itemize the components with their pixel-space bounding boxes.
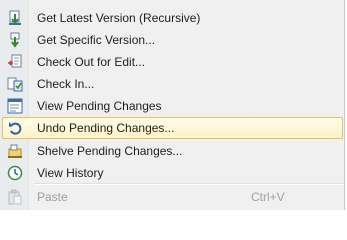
- menu-item-check-out-for-edit[interactable]: Check Out for Edit...: [2, 51, 343, 73]
- shelve-icon: [7, 143, 23, 159]
- check-out-icon: [7, 54, 23, 70]
- menu-item-label: Paste: [37, 190, 68, 204]
- source-control-context-menu: Get Latest Version (Recursive) Get Speci…: [0, 0, 345, 210]
- check-in-icon: [7, 76, 23, 92]
- paste-icon: [7, 189, 23, 205]
- history-icon: [7, 165, 23, 181]
- menu-item-shelve-pending-changes[interactable]: Shelve Pending Changes...: [2, 140, 343, 162]
- menu-item-undo-pending-changes[interactable]: Undo Pending Changes...: [2, 117, 343, 139]
- menu-item-label: Shelve Pending Changes...: [37, 144, 183, 158]
- menu-item-paste[interactable]: Paste Ctrl+V: [2, 186, 343, 208]
- menu-item-get-specific-version[interactable]: Get Specific Version...: [2, 29, 343, 51]
- menu-item-get-latest-version[interactable]: Get Latest Version (Recursive): [2, 7, 343, 29]
- pending-changes-icon: [7, 98, 23, 114]
- undo-icon: [7, 120, 23, 136]
- menu-item-view-pending-changes[interactable]: View Pending Changes: [2, 95, 343, 117]
- menu-item-label: View History: [37, 166, 104, 180]
- menu-item-view-history[interactable]: View History: [2, 162, 343, 184]
- menu-item-shortcut: Ctrl+V: [251, 190, 285, 204]
- menu-item-label: Check Out for Edit...: [37, 55, 146, 69]
- menu-item-check-in[interactable]: Check In...: [2, 73, 343, 95]
- menu-item-label: Get Specific Version...: [37, 33, 156, 47]
- menu-separator: [34, 183, 343, 185]
- get-specific-version-icon: [7, 32, 23, 48]
- menu-item-label: Check In...: [37, 77, 95, 91]
- menu-item-label: Get Latest Version (Recursive): [37, 11, 201, 25]
- menu-item-label: View Pending Changes: [37, 99, 162, 113]
- menu-item-label: Undo Pending Changes...: [37, 121, 175, 135]
- get-latest-icon: [7, 10, 23, 26]
